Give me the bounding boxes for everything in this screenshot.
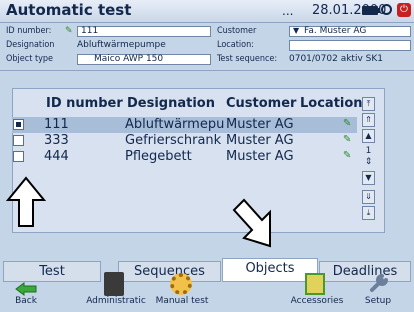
tab-sequences[interactable]: Sequences xyxy=(118,261,221,282)
scroll-bottom-button[interactable]: ⤓ xyxy=(362,206,375,220)
page-up-button[interactable]: ⇑ xyxy=(362,113,375,127)
arrow-up-annotation xyxy=(6,176,46,227)
object-type-label: Object type xyxy=(6,54,54,64)
column-header-location[interactable]: Location xyxy=(300,96,363,111)
table-row[interactable]: 111 Abluftwärmepu Muster AG ✎ xyxy=(12,117,357,133)
location-label: Location: xyxy=(217,40,254,50)
row-id: 333 xyxy=(44,133,69,148)
row-checkbox[interactable] xyxy=(13,135,24,146)
gift-box-icon[interactable] xyxy=(305,273,325,295)
edit-icon[interactable]: ✎ xyxy=(343,150,351,161)
test-sequence-value: 0701/0702 aktiv SK1 xyxy=(289,54,383,64)
id-number-field: 111 xyxy=(77,26,211,37)
page-number: 1 xyxy=(365,146,372,156)
scroll-top-button[interactable]: ⤒ xyxy=(362,97,375,111)
row-id: 111 xyxy=(44,117,69,132)
battery-icon xyxy=(362,6,378,15)
setup-button[interactable]: Setup xyxy=(342,296,414,306)
designation-label: Designation xyxy=(6,40,55,50)
wrench-icon[interactable] xyxy=(368,272,390,294)
page-down-button[interactable]: ⇓ xyxy=(362,190,375,204)
row-customer: Muster AG xyxy=(226,149,294,164)
row-customer: Muster AG xyxy=(226,117,294,132)
page-title: Automatic test xyxy=(6,1,132,19)
back-button[interactable]: Back xyxy=(0,296,62,306)
table-row[interactable]: 333 Gefrierschrank Muster AG ✎ xyxy=(12,133,357,149)
column-header-designation[interactable]: Designation xyxy=(127,96,215,111)
test-sequence-label: Test sequence: xyxy=(217,54,278,64)
column-header-customer[interactable]: Customer xyxy=(226,96,296,111)
page-indicator-icon: ⇕ xyxy=(364,157,373,167)
gear-icon[interactable] xyxy=(170,273,192,295)
back-arrow-icon[interactable] xyxy=(14,282,38,296)
row-checkbox[interactable] xyxy=(13,119,24,130)
title-ellipsis: ... xyxy=(282,4,294,18)
row-designation: Pflegebett xyxy=(125,149,192,164)
row-customer: Muster AG xyxy=(226,133,294,148)
filter-icon: ▼ xyxy=(293,26,300,35)
row-checkbox[interactable] xyxy=(13,151,24,162)
table-row[interactable]: 444 Pflegebett Muster AG ✎ xyxy=(12,149,357,165)
edit-icon[interactable]: ✎ xyxy=(343,118,351,129)
divider xyxy=(0,70,414,71)
object-type-field: Maico AWP 150 xyxy=(77,54,211,65)
administration-button[interactable]: Administratic xyxy=(80,296,152,306)
customer-label: Customer xyxy=(217,26,257,36)
tab-deadlines[interactable]: Deadlines xyxy=(319,261,411,282)
scroll-down-button[interactable]: ▼ xyxy=(362,171,375,185)
manual-test-button[interactable]: Manual test xyxy=(146,296,218,306)
power-icon[interactable]: ⏻ xyxy=(397,3,411,17)
scroll-up-button[interactable]: ▲ xyxy=(362,129,375,143)
row-designation: Gefrierschrank xyxy=(125,133,222,148)
id-number-label: ID number: xyxy=(6,26,52,36)
customer-field: ▼ Fa. Muster AG xyxy=(289,26,411,37)
location-field xyxy=(289,40,411,51)
clock-icon xyxy=(381,4,392,15)
row-id: 444 xyxy=(44,149,69,164)
computer-icon[interactable] xyxy=(104,272,124,296)
edit-icon[interactable]: ✎ xyxy=(343,134,351,145)
tab-test[interactable]: Test xyxy=(3,261,101,282)
column-header-id[interactable]: ID number xyxy=(46,96,123,111)
tab-objects[interactable]: Objects xyxy=(222,258,318,282)
designation-value: Abluftwärmepumpe xyxy=(77,40,166,50)
arrow-down-annotation xyxy=(232,198,271,248)
battery-tip-icon xyxy=(378,8,380,13)
row-designation: Abluftwärmepu xyxy=(125,117,225,132)
edit-icon: ✎ xyxy=(65,26,73,36)
